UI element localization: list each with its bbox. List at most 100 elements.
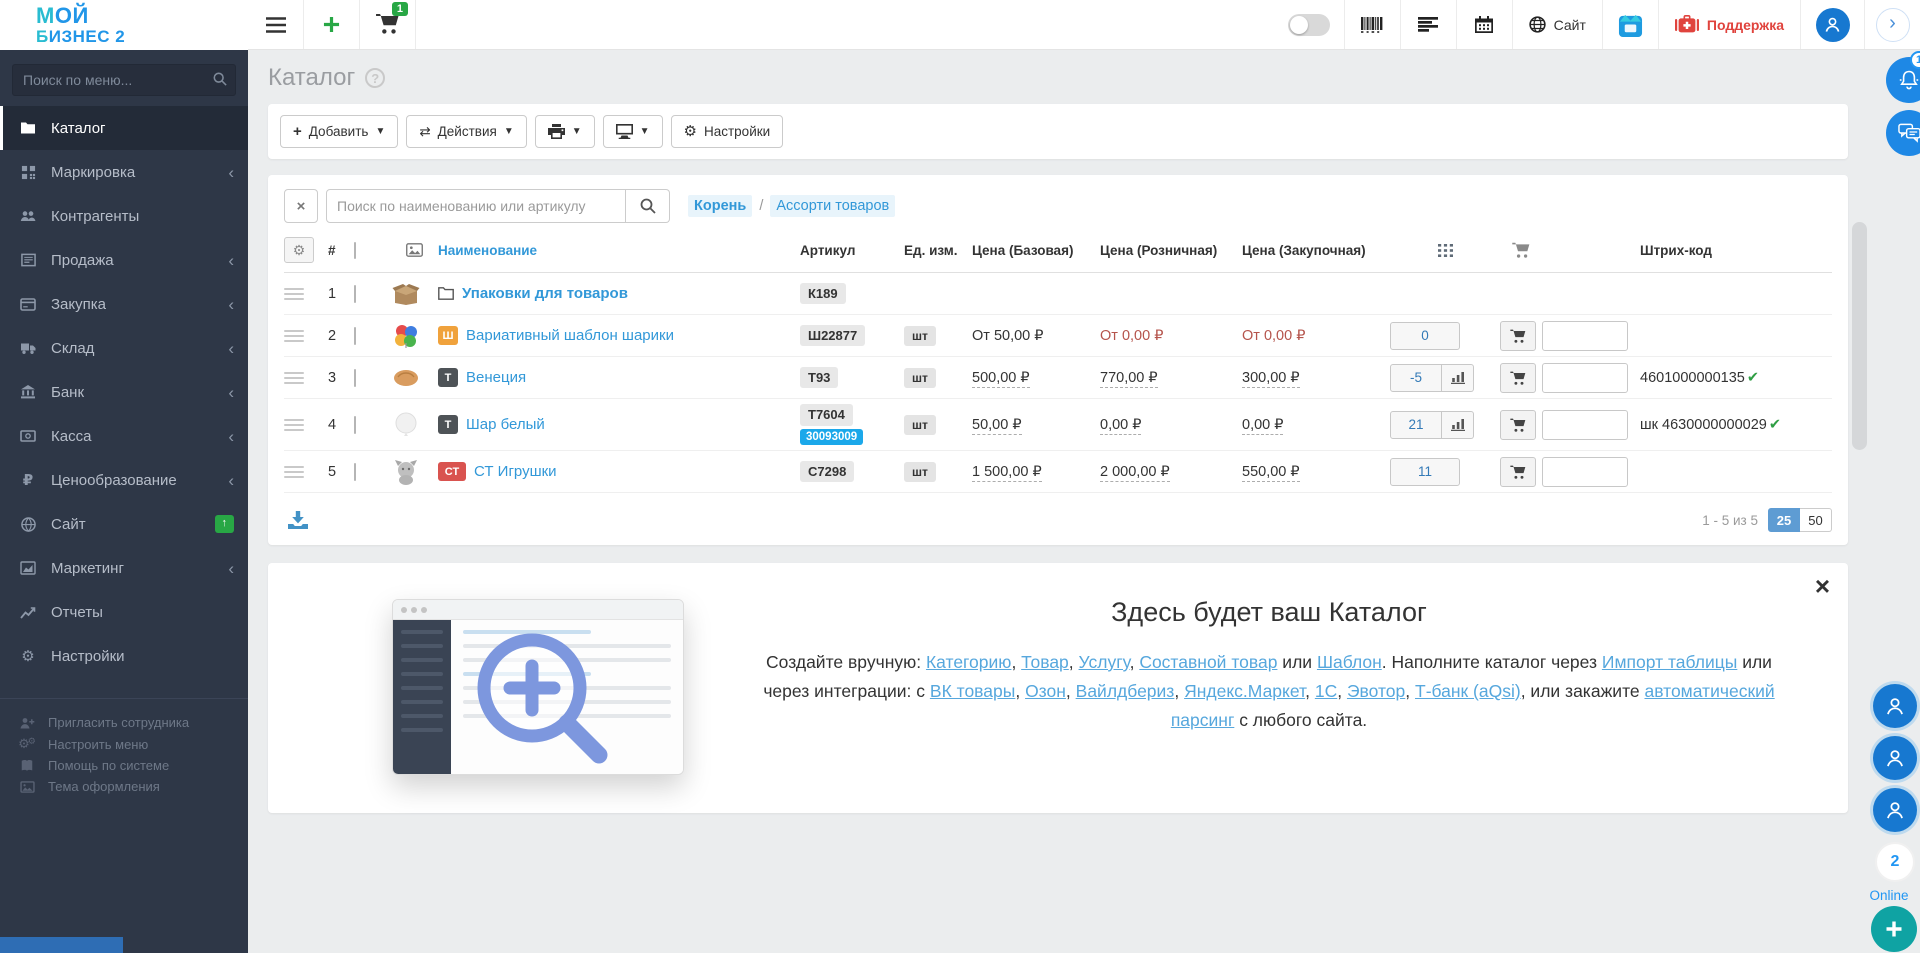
drag-handle-icon[interactable]: [284, 329, 304, 342]
create-category-link[interactable]: Категорию: [926, 652, 1011, 672]
tasks-list-button[interactable]: [1399, 0, 1456, 49]
purchase-price[interactable]: 550,00 ₽: [1242, 464, 1300, 482]
vk-products-link[interactable]: ВК товары: [930, 681, 1015, 701]
create-template-link[interactable]: Шаблон: [1317, 652, 1382, 672]
product-thumbnail[interactable]: [390, 278, 422, 310]
yandex-market-link[interactable]: Яндекс.Маркет: [1184, 681, 1305, 701]
sidebar-item-reports[interactable]: Отчеты: [0, 590, 248, 634]
sidebar-item-catalog[interactable]: Каталог: [0, 106, 248, 150]
evotor-link[interactable]: Эвотор: [1347, 681, 1405, 701]
product-link[interactable]: СТ Игрушки: [474, 463, 557, 480]
settings-button[interactable]: ⚙ Настройки: [670, 115, 784, 148]
drag-handle-icon[interactable]: [284, 465, 304, 478]
tbank-aqsi-link[interactable]: Т-банк (aQsi): [1415, 681, 1521, 701]
per-page-50-button[interactable]: 50: [1800, 508, 1832, 532]
sidebar-item-cash[interactable]: Касса ‹: [0, 414, 248, 458]
cart-quantity-input[interactable]: [1542, 456, 1628, 487]
toggle-switch[interactable]: [1287, 13, 1330, 36]
row-checkbox[interactable]: [354, 368, 356, 387]
row-checkbox[interactable]: [354, 415, 356, 434]
create-service-link[interactable]: Услугу: [1079, 652, 1130, 672]
sidebar-item-sales[interactable]: Продажа ‹: [0, 238, 248, 282]
online-user-avatar[interactable]: [1873, 788, 1917, 832]
support-button[interactable]: Поддержка: [1657, 0, 1800, 49]
stock-button[interactable]: 11: [1390, 457, 1460, 486]
base-price[interactable]: 500,00 ₽: [972, 370, 1030, 388]
scrollbar-thumb[interactable]: [1852, 222, 1867, 450]
onec-link[interactable]: 1С: [1315, 681, 1337, 701]
retail-price[interactable]: 0,00 ₽: [1100, 417, 1142, 435]
drag-handle-icon[interactable]: [284, 418, 304, 431]
product-thumbnail[interactable]: [390, 409, 422, 441]
add-to-cart-button[interactable]: [1500, 456, 1536, 487]
online-user-avatar[interactable]: [1873, 736, 1917, 780]
product-thumbnail[interactable]: [390, 362, 422, 394]
help-icon[interactable]: ?: [365, 68, 386, 88]
app-logo[interactable]: МОЙ БИЗНЕС 2: [0, 0, 248, 50]
sidebar-item-bank[interactable]: Банк ‹: [0, 370, 248, 414]
per-page-25-button[interactable]: 25: [1768, 508, 1800, 532]
stock-button[interactable]: 21: [1390, 410, 1442, 439]
row-checkbox[interactable]: [354, 462, 356, 481]
product-thumbnail[interactable]: [390, 456, 422, 488]
stock-button[interactable]: -5: [1390, 363, 1442, 392]
customize-menu-link[interactable]: ⚙ ⚙ Настроить меню: [18, 736, 248, 752]
header-cart-button[interactable]: 1: [360, 0, 416, 49]
barcode-scanner-button[interactable]: [1343, 0, 1400, 49]
add-to-cart-button[interactable]: [1500, 409, 1536, 440]
calendar-button[interactable]: [1455, 0, 1512, 49]
collapse-panel-button[interactable]: ›: [1864, 0, 1920, 49]
breadcrumb-current[interactable]: Ассорти товаров: [770, 195, 896, 217]
sidebar-item-marketing[interactable]: Маркетинг ‹: [0, 546, 248, 590]
stock-chart-button[interactable]: [1442, 363, 1474, 392]
product-link[interactable]: Шар белый: [466, 416, 545, 433]
view-toggle[interactable]: [1274, 0, 1344, 49]
sidebar-item-marking[interactable]: Маркировка ‹: [0, 150, 248, 194]
sidebar-item-settings[interactable]: ⚙ Настройки: [0, 634, 248, 678]
online-count-badge[interactable]: 2: [1875, 842, 1915, 882]
profile-button[interactable]: [1800, 0, 1864, 49]
drag-handle-icon[interactable]: [284, 287, 304, 300]
base-price[interactable]: 50,00 ₽: [972, 417, 1022, 435]
menu-toggle-button[interactable]: [248, 0, 304, 49]
column-settings-button[interactable]: ⚙: [284, 237, 314, 263]
cart-quantity-input[interactable]: [1542, 362, 1628, 393]
ozon-link[interactable]: Озон: [1025, 681, 1066, 701]
system-help-link[interactable]: Помощь по системе: [18, 758, 248, 773]
create-product-link[interactable]: Товар: [1021, 652, 1069, 672]
stock-chart-button[interactable]: [1442, 410, 1474, 439]
sidebar-item-purchase[interactable]: Закупка ‹: [0, 282, 248, 326]
invite-employee-link[interactable]: Пригласить сотрудника: [18, 715, 248, 730]
mb-app-button[interactable]: [1601, 0, 1658, 49]
print-button[interactable]: ▼: [534, 115, 595, 148]
catalog-search-input[interactable]: [326, 189, 626, 223]
retail-price[interactable]: 2 000,00 ₽: [1100, 464, 1170, 482]
add-to-cart-button[interactable]: [1500, 362, 1536, 393]
import-table-link[interactable]: Импорт таблицы: [1602, 652, 1737, 672]
wildberries-link[interactable]: Вайлдбериз: [1076, 681, 1175, 701]
display-button[interactable]: ▼: [602, 115, 663, 148]
add-to-cart-button[interactable]: [1500, 320, 1536, 351]
quick-add-button[interactable]: [304, 0, 360, 49]
drag-handle-icon[interactable]: [284, 371, 304, 384]
cart-quantity-input[interactable]: [1542, 409, 1628, 440]
create-composite-link[interactable]: Составной товар: [1139, 652, 1277, 672]
sort-by-name-header[interactable]: Наименование: [438, 243, 800, 258]
menu-search-input[interactable]: [12, 64, 236, 96]
select-all-checkbox[interactable]: [354, 241, 356, 259]
retail-price[interactable]: 770,00 ₽: [1100, 370, 1158, 388]
add-button[interactable]: + Добавить ▼: [280, 115, 399, 148]
search-button[interactable]: [626, 189, 670, 223]
category-link[interactable]: Упаковки для товаров: [462, 285, 628, 302]
sidebar-item-site[interactable]: Сайт ↑: [0, 502, 248, 546]
sidebar-item-pricing[interactable]: ₽ Ценообразование ‹: [0, 458, 248, 502]
row-checkbox[interactable]: [354, 326, 356, 345]
product-link[interactable]: Венеция: [466, 369, 526, 386]
online-user-avatar[interactable]: [1873, 684, 1917, 728]
site-button[interactable]: Сайт: [1511, 0, 1602, 49]
cart-quantity-input[interactable]: [1542, 320, 1628, 351]
theme-link[interactable]: Тема оформления: [18, 779, 248, 794]
product-thumbnail[interactable]: [390, 320, 422, 352]
purchase-price[interactable]: 0,00 ₽: [1242, 417, 1284, 435]
sidebar-item-warehouse[interactable]: Склад ‹: [0, 326, 248, 370]
